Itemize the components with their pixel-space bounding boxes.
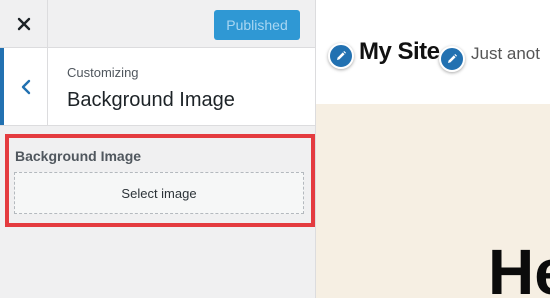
select-image-button[interactable]: Select image xyxy=(14,172,304,214)
section-title: Background Image xyxy=(67,89,235,111)
preview-site-header: My Site Just anot xyxy=(316,0,550,104)
section-header: Customizing Background Image xyxy=(0,48,315,126)
background-image-control: Background Image Select image xyxy=(5,134,315,227)
publish-button[interactable]: Published xyxy=(214,10,300,40)
site-preview: My Site Just anot He xyxy=(316,0,550,298)
edit-site-title-shortcut[interactable] xyxy=(328,43,354,69)
close-icon xyxy=(17,17,30,30)
edit-tagline-shortcut[interactable] xyxy=(439,46,465,72)
customizer-topbar: Published xyxy=(0,0,315,48)
preview-heading: He xyxy=(488,236,550,298)
breadcrumb: Customizing xyxy=(67,65,139,80)
site-title[interactable]: My Site xyxy=(359,38,440,66)
close-button[interactable] xyxy=(0,0,48,47)
site-tagline[interactable]: Just anot xyxy=(471,44,540,64)
pencil-icon xyxy=(448,54,457,63)
back-button[interactable] xyxy=(0,48,48,125)
chevron-left-icon xyxy=(21,79,30,94)
customizer-panel: Published Customizing Background Image B… xyxy=(0,0,316,298)
pencil-icon xyxy=(337,51,346,60)
control-label: Background Image xyxy=(15,148,142,164)
